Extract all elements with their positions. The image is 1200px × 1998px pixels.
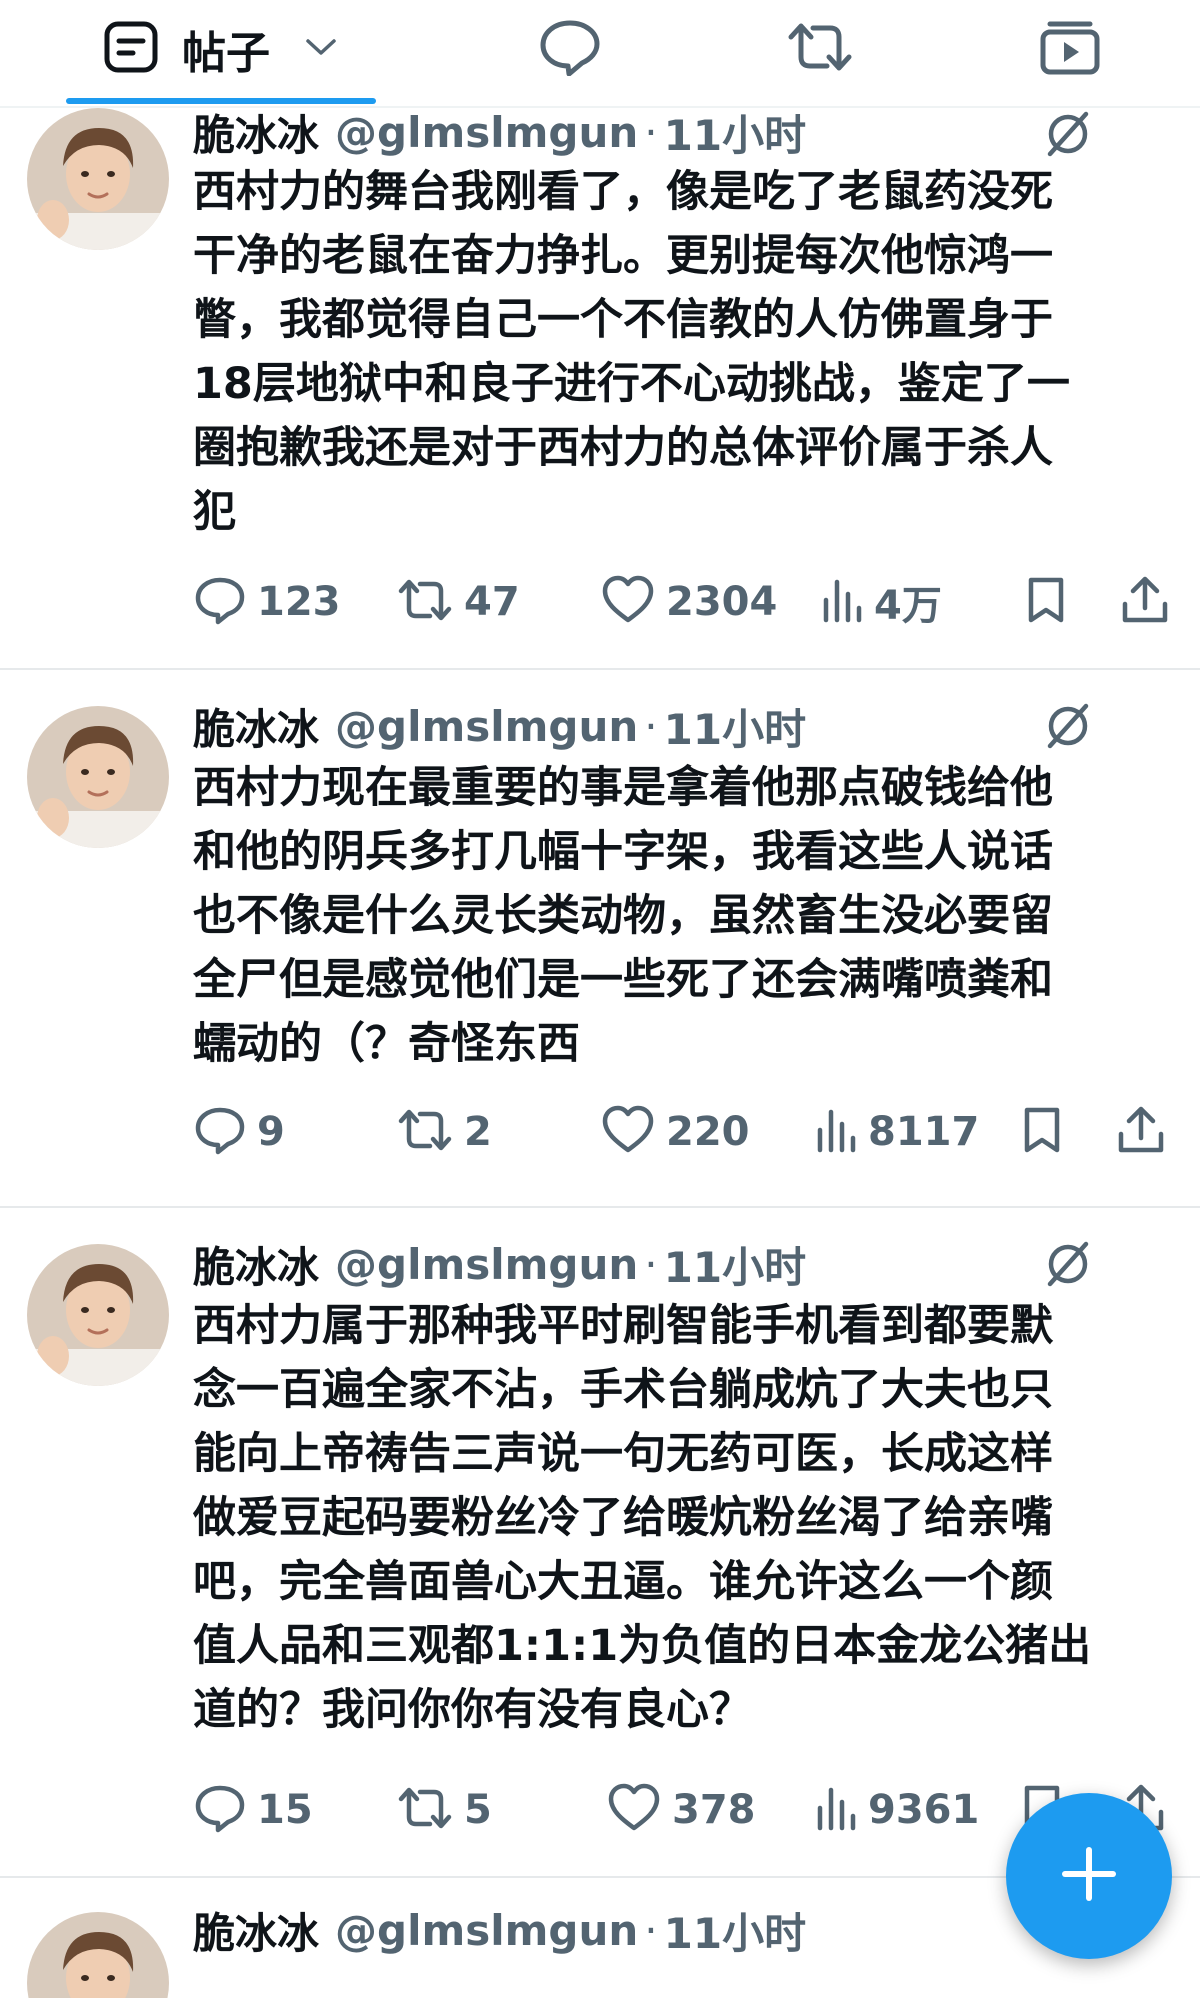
reply-icon (193, 1103, 247, 1161)
bookmark-button[interactable] (1020, 1102, 1064, 1162)
tweet-header: 脆冰冰 @glmslmgun · 11小时 (193, 698, 806, 754)
avatar[interactable] (27, 1912, 169, 1998)
share-icon (1116, 1104, 1166, 1160)
tweet-actions: 123 47 2304 4万 (0, 572, 1200, 632)
avatar[interactable] (27, 706, 169, 848)
like-button[interactable]: 378 (606, 1780, 756, 1840)
tweet[interactable]: 脆冰冰 @glmslmgun · 11小时 西村力的舞台我刚看了，像是吃了老鼠药… (0, 108, 1200, 668)
user-handle[interactable]: @glmslmgun (335, 108, 638, 157)
views-count: 4万 (874, 583, 942, 629)
repost-icon (785, 19, 855, 79)
grok-icon[interactable] (1042, 700, 1094, 752)
reply-button[interactable]: 15 (193, 1780, 313, 1840)
heart-icon (606, 1782, 662, 1838)
like-count: 220 (666, 1109, 750, 1155)
tweet[interactable]: 脆冰冰 @glmslmgun · 11小时 西村力属于那种我平时刷智能手机看到都… (0, 1208, 1200, 1876)
views-button[interactable]: 4万 (820, 572, 942, 632)
topbar-divider (0, 106, 1200, 108)
grok-icon[interactable] (1042, 1238, 1094, 1290)
active-tab-indicator (66, 98, 376, 104)
tweet-text: 西村力的舞台我刚看了，像是吃了老鼠药没死 干净的老鼠在奋力挣扎。更别提每次他惊鸿… (193, 167, 1070, 537)
reply-count: 15 (257, 1787, 313, 1833)
like-button[interactable]: 2304 (600, 572, 777, 632)
compose-button[interactable] (1006, 1793, 1172, 1959)
tweet-text: 西村力现在最重要的事是拿着他那点破钱给他 和他的阴兵多打几幅十字架，我看这些人说… (193, 763, 1053, 1069)
tab-reposts[interactable] (760, 0, 880, 98)
repost-count: 2 (464, 1109, 492, 1155)
heart-icon (600, 1104, 656, 1160)
user-handle[interactable]: @glmslmgun (335, 1240, 638, 1289)
tab-posts-label: 帖子 (182, 28, 270, 79)
display-name[interactable]: 脆冰冰 (193, 1900, 319, 1961)
views-icon (820, 576, 864, 628)
separator-dot: · (644, 107, 658, 157)
like-count: 378 (672, 1787, 756, 1833)
reply-icon (193, 573, 247, 631)
reply-button[interactable]: 123 (193, 572, 341, 632)
tweet-text: 西村力属于那种我平时刷智能手机看到都要默 念一百遍全家不沾，手术台躺成炕了大夫也… (193, 1301, 1092, 1735)
separator-dot: · (644, 1239, 658, 1289)
speech-bubble-icon (538, 18, 602, 80)
tweet-header: 脆冰冰 @glmslmgun · 11小时 (193, 1236, 806, 1292)
repost-button[interactable]: 47 (396, 572, 520, 632)
timestamp[interactable]: 11小时 (664, 1900, 806, 1961)
user-handle[interactable]: @glmslmgun (335, 702, 638, 751)
profile-posts-screen: 帖子 脆冰冰 @glmslmgun · 11小时 西村力的舞台我刚看了，像是吃了… (0, 0, 1200, 1998)
tweet-header: 脆冰冰 @glmslmgun · 11小时 (193, 104, 806, 160)
user-handle[interactable]: @glmslmgun (335, 1906, 638, 1955)
reply-button[interactable]: 9 (193, 1102, 285, 1162)
share-button[interactable] (1116, 1102, 1166, 1162)
posts-icon (102, 18, 160, 80)
repost-button[interactable]: 2 (396, 1102, 492, 1162)
views-count: 8117 (868, 1109, 980, 1155)
separator-dot: · (644, 701, 658, 751)
tab-media[interactable] (1010, 0, 1130, 98)
bookmark-icon (1024, 575, 1068, 629)
separator-dot: · (644, 1905, 658, 1955)
heart-icon (600, 574, 656, 630)
share-icon (1120, 574, 1170, 630)
bookmark-button[interactable] (1024, 572, 1068, 632)
plus-icon (1059, 1844, 1119, 1908)
repost-icon (396, 575, 454, 629)
reply-icon (193, 1781, 247, 1839)
timestamp[interactable]: 11小时 (664, 102, 806, 163)
tab-posts[interactable]: 帖子 (60, 0, 380, 98)
tweet[interactable]: 脆冰冰 @glmslmgun · 11小时 西村力现在最重要的事是拿着他那点破钱… (0, 670, 1200, 1208)
like-button[interactable]: 220 (600, 1102, 750, 1162)
like-count: 2304 (666, 579, 778, 625)
views-count: 9361 (868, 1787, 980, 1833)
tweet-actions: 9 2 220 8117 (0, 1102, 1200, 1162)
repost-count: 5 (464, 1787, 492, 1833)
bookmark-icon (1020, 1105, 1064, 1159)
display-name[interactable]: 脆冰冰 (193, 696, 319, 757)
timestamp[interactable]: 11小时 (664, 1234, 806, 1295)
tweet-header: 脆冰冰 @glmslmgun · 11小时 (193, 1902, 806, 1958)
display-name[interactable]: 脆冰冰 (193, 1234, 319, 1295)
views-button[interactable]: 9361 (814, 1780, 979, 1840)
avatar[interactable] (27, 108, 169, 250)
video-icon (1038, 18, 1102, 80)
views-icon (814, 1106, 858, 1158)
repost-icon (396, 1105, 454, 1159)
tab-replies[interactable] (510, 0, 630, 98)
reply-count: 9 (257, 1109, 285, 1155)
repost-icon (396, 1783, 454, 1837)
share-button[interactable] (1120, 572, 1170, 632)
views-icon (814, 1784, 858, 1836)
avatar[interactable] (27, 1244, 169, 1386)
timestamp[interactable]: 11小时 (664, 696, 806, 757)
repost-button[interactable]: 5 (396, 1780, 492, 1840)
chevron-down-icon[interactable] (304, 36, 338, 62)
grok-icon[interactable] (1042, 108, 1094, 160)
reply-count: 123 (257, 579, 341, 625)
profile-tab-bar: 帖子 (0, 0, 1200, 108)
repost-count: 47 (464, 579, 520, 625)
display-name[interactable]: 脆冰冰 (193, 102, 319, 163)
views-button[interactable]: 8117 (814, 1102, 979, 1162)
